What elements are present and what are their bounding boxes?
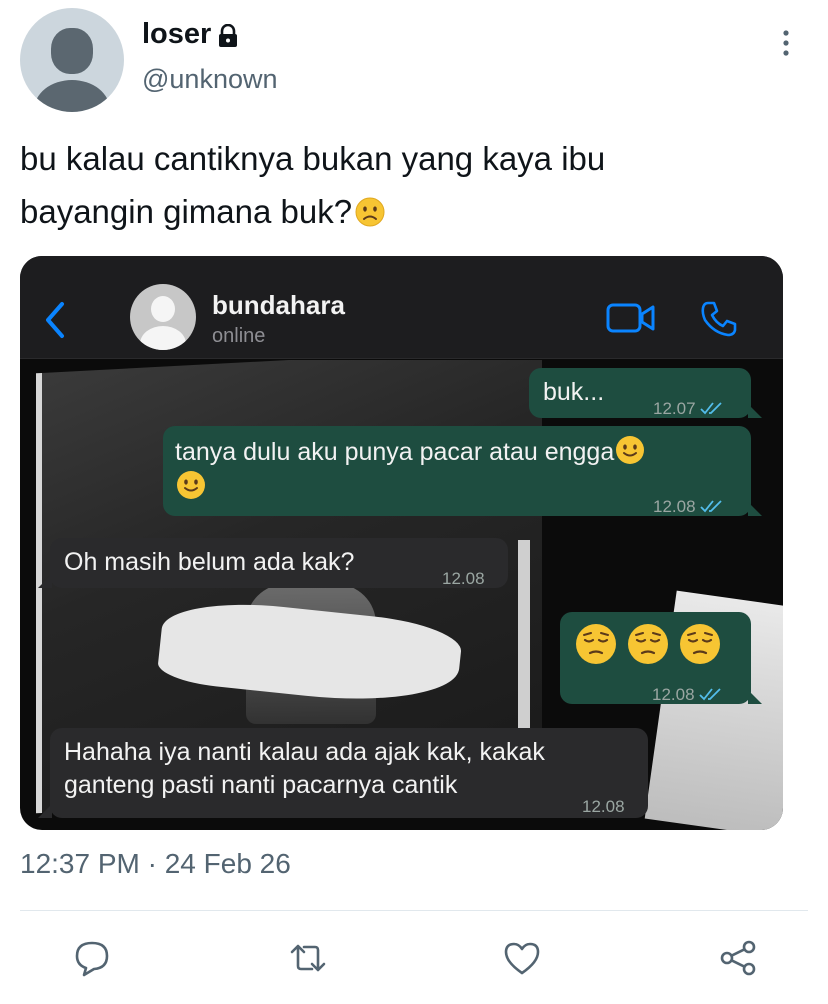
more-vertical-icon[interactable] <box>780 28 792 58</box>
chat-message-outgoing[interactable]: 12.08 <box>560 612 751 704</box>
heart-icon[interactable] <box>502 938 542 978</box>
chat-message-outgoing[interactable]: tanya dulu aku punya pacar atau engga 12… <box>163 426 751 516</box>
reply-icon[interactable] <box>72 938 112 978</box>
contact-status: online <box>212 325 266 347</box>
bubble-tail <box>38 804 52 818</box>
tweet-text-line-2: bayangin gimana buk? <box>20 185 800 238</box>
message-time: 12.07 <box>653 392 724 425</box>
slightly-frowning-face-icon <box>355 197 385 227</box>
tweet-media-image[interactable]: bundahara online buk... 12.07 tanya dulu… <box>20 256 783 830</box>
chat-message-outgoing[interactable]: buk... 12.07 <box>529 368 751 418</box>
message-time: 12.08 <box>652 678 723 711</box>
video-call-icon[interactable] <box>606 301 656 335</box>
retweet-icon[interactable] <box>288 938 328 978</box>
pensive-face-icon <box>628 624 668 664</box>
pensive-face-icon <box>576 624 616 664</box>
contact-avatar[interactable] <box>130 284 196 350</box>
tweet-text-line-2-text: bayangin gimana buk? <box>20 193 353 230</box>
message-time: 12.08 <box>442 569 485 588</box>
slightly-smiling-face-icon <box>616 436 645 464</box>
divider <box>20 910 808 911</box>
message-text: buk... <box>543 378 605 406</box>
message-text-line-1: Hahaha iya nanti kalau ada ajak kak, kak… <box>64 738 545 766</box>
message-text-line-2: ganteng pasti nanti pacarnya cantik <box>64 771 458 799</box>
author-display-name[interactable]: loser <box>142 18 211 51</box>
phone-call-icon[interactable] <box>700 300 738 338</box>
bubble-tail <box>748 404 762 418</box>
tweet-text-line-1: bu kalau cantiknya bukan yang kaya ibu <box>20 140 606 177</box>
message-emojis <box>574 622 722 666</box>
message-text: Hahaha iya nanti kalau ada ajak kak, kak… <box>64 736 545 802</box>
chat-header: bundahara online <box>20 256 783 359</box>
bubble-tail <box>748 502 762 516</box>
double-check-read-icon <box>698 688 721 701</box>
chevron-left-icon[interactable] <box>42 300 68 340</box>
double-check-read-icon <box>699 500 722 513</box>
tweet-timestamp[interactable]: 12:37 PM · 24 Feb 26 <box>20 848 291 880</box>
message-time: 12.08 <box>653 490 724 523</box>
author-name-row[interactable]: loser <box>142 18 239 51</box>
chat-wallpaper: buk... 12.07 tanya dulu aku punya pacar … <box>20 360 783 830</box>
bubble-tail <box>748 690 762 704</box>
tweet-text: bu kalau cantiknya bukan yang kaya ibu b… <box>20 132 800 238</box>
message-time: 12.08 <box>582 797 625 816</box>
chat-message-incoming[interactable]: Hahaha iya nanti kalau ada ajak kak, kak… <box>50 728 648 818</box>
author-handle[interactable]: @unknown <box>142 64 278 95</box>
contact-name[interactable]: bundahara <box>212 290 345 321</box>
chat-message-incoming[interactable]: Oh masih belum ada kak? 12.08 <box>50 538 508 588</box>
pensive-face-icon <box>680 624 720 664</box>
bubble-tail <box>38 574 52 588</box>
author-avatar[interactable] <box>20 8 124 112</box>
lock-icon <box>219 23 238 47</box>
message-text: Oh masih belum ada kak? <box>64 548 355 576</box>
share-icon[interactable] <box>718 938 758 978</box>
slightly-smiling-face-icon <box>177 471 205 499</box>
double-check-read-icon <box>699 402 722 415</box>
